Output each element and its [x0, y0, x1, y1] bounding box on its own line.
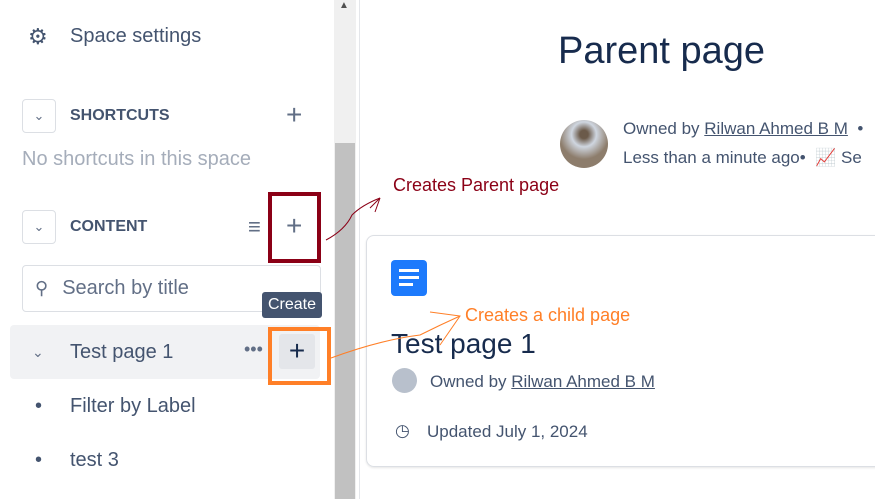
parent-arrow: [325, 197, 381, 241]
annotation-arrows: [325, 197, 461, 359]
child-arrow: [330, 315, 461, 359]
child-annotation-text: Creates a child page: [465, 305, 631, 325]
parent-annotation-text: Creates Parent page: [393, 175, 560, 195]
